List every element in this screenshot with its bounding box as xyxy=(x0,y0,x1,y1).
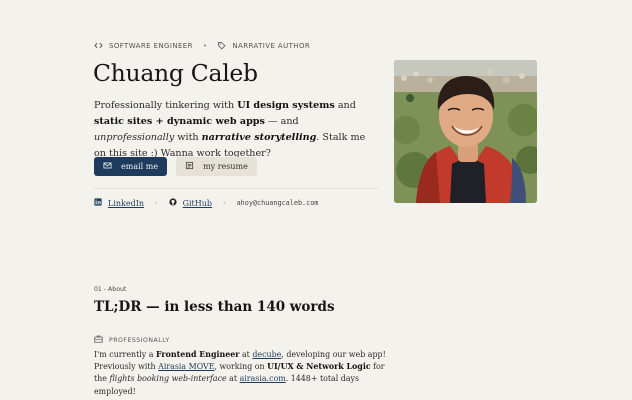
intro-paragraph: Professionally tinkering with UI design … xyxy=(94,100,366,159)
professionally-label-text: PROFESSIONALLY xyxy=(109,336,170,344)
section-title: TL;DR — in less than 140 words xyxy=(94,299,335,315)
cta-buttons: email me my resume xyxy=(94,157,257,176)
role-tagline: SOFTWARE ENGINEER • NARRATIVE AUTHOR xyxy=(94,41,310,50)
page-title: Chuang Caleb xyxy=(93,59,258,87)
tagline-separator: • xyxy=(202,41,208,50)
decube-link[interactable]: decube xyxy=(252,350,281,359)
briefcase-icon xyxy=(94,335,103,345)
linkedin-link[interactable]: LinkedIn xyxy=(108,199,144,208)
about-paragraph: I'm currently a Frontend Engineer at dec… xyxy=(94,350,386,396)
my-resume-label: my resume xyxy=(203,162,248,171)
email-me-label: email me xyxy=(121,162,159,171)
my-resume-button[interactable]: my resume xyxy=(176,157,257,176)
document-icon xyxy=(185,161,194,172)
link-separator: · xyxy=(155,198,158,208)
code-icon xyxy=(94,41,103,50)
github-link[interactable]: GitHub xyxy=(183,199,212,208)
email-me-button[interactable]: email me xyxy=(94,157,168,176)
professionally-label: PROFESSIONALLY xyxy=(94,335,170,345)
github-icon xyxy=(168,198,177,208)
divider xyxy=(94,188,378,189)
mail-icon xyxy=(103,161,112,172)
social-links: LinkedIn · GitHub · ahoy@chuangcaleb.com xyxy=(94,198,318,208)
role-software-engineer: SOFTWARE ENGINEER xyxy=(109,41,193,50)
airasia-move-link[interactable]: Airasia MOVE xyxy=(158,362,214,371)
tag-icon xyxy=(217,41,226,50)
role-narrative-author: NARRATIVE AUTHOR xyxy=(232,41,311,50)
profile-photo xyxy=(394,60,537,203)
section-kicker: 01 - About xyxy=(94,286,127,293)
linkedin-icon xyxy=(94,198,102,208)
airasia-link[interactable]: airasia.com xyxy=(240,374,286,383)
link-separator: · xyxy=(223,198,226,208)
email-address[interactable]: ahoy@chuangcaleb.com xyxy=(237,199,319,207)
